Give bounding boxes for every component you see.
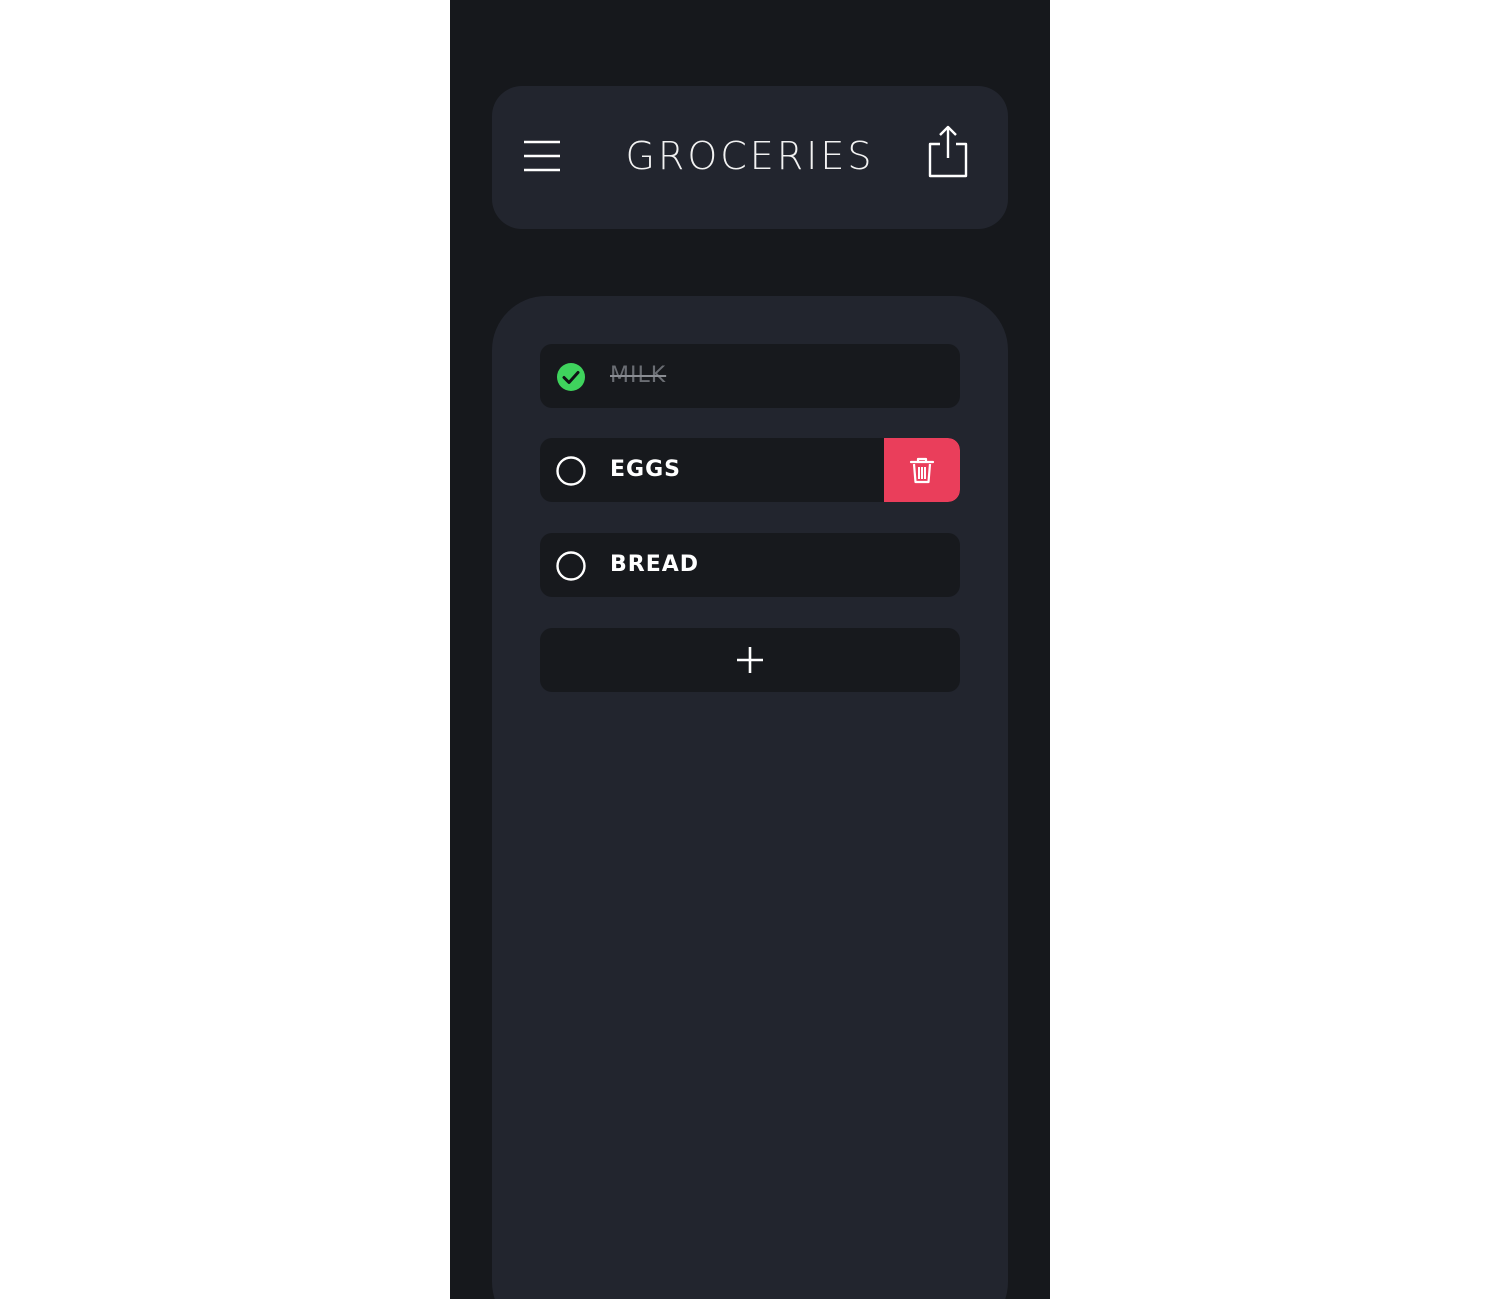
item-label: EGGS <box>610 457 681 482</box>
list-item-eggs[interactable]: EGGS <box>540 438 960 502</box>
list-panel: MILK EGGS BREAD <box>492 296 1008 1299</box>
empty-circle-icon <box>556 456 586 486</box>
item-checkbox[interactable] <box>556 551 586 581</box>
header-card: GROCERIES <box>492 86 1008 229</box>
share-button[interactable] <box>926 124 970 180</box>
item-checkbox[interactable] <box>556 456 586 486</box>
share-icon <box>928 125 968 178</box>
item-label: BREAD <box>610 552 700 577</box>
plus-icon <box>737 647 763 673</box>
add-item-button[interactable] <box>540 628 960 692</box>
trash-icon <box>909 457 935 484</box>
empty-circle-icon <box>556 551 586 581</box>
checkmark-circle-icon <box>557 363 585 391</box>
app-screen: GROCERIES MILK EGGS BREAD <box>450 0 1050 1299</box>
delete-button[interactable] <box>884 438 960 502</box>
list-item-milk[interactable]: MILK <box>540 344 960 408</box>
item-label: MILK <box>610 363 667 388</box>
list-item-bread[interactable]: BREAD <box>540 533 960 597</box>
item-checkbox-checked[interactable] <box>556 362 586 392</box>
